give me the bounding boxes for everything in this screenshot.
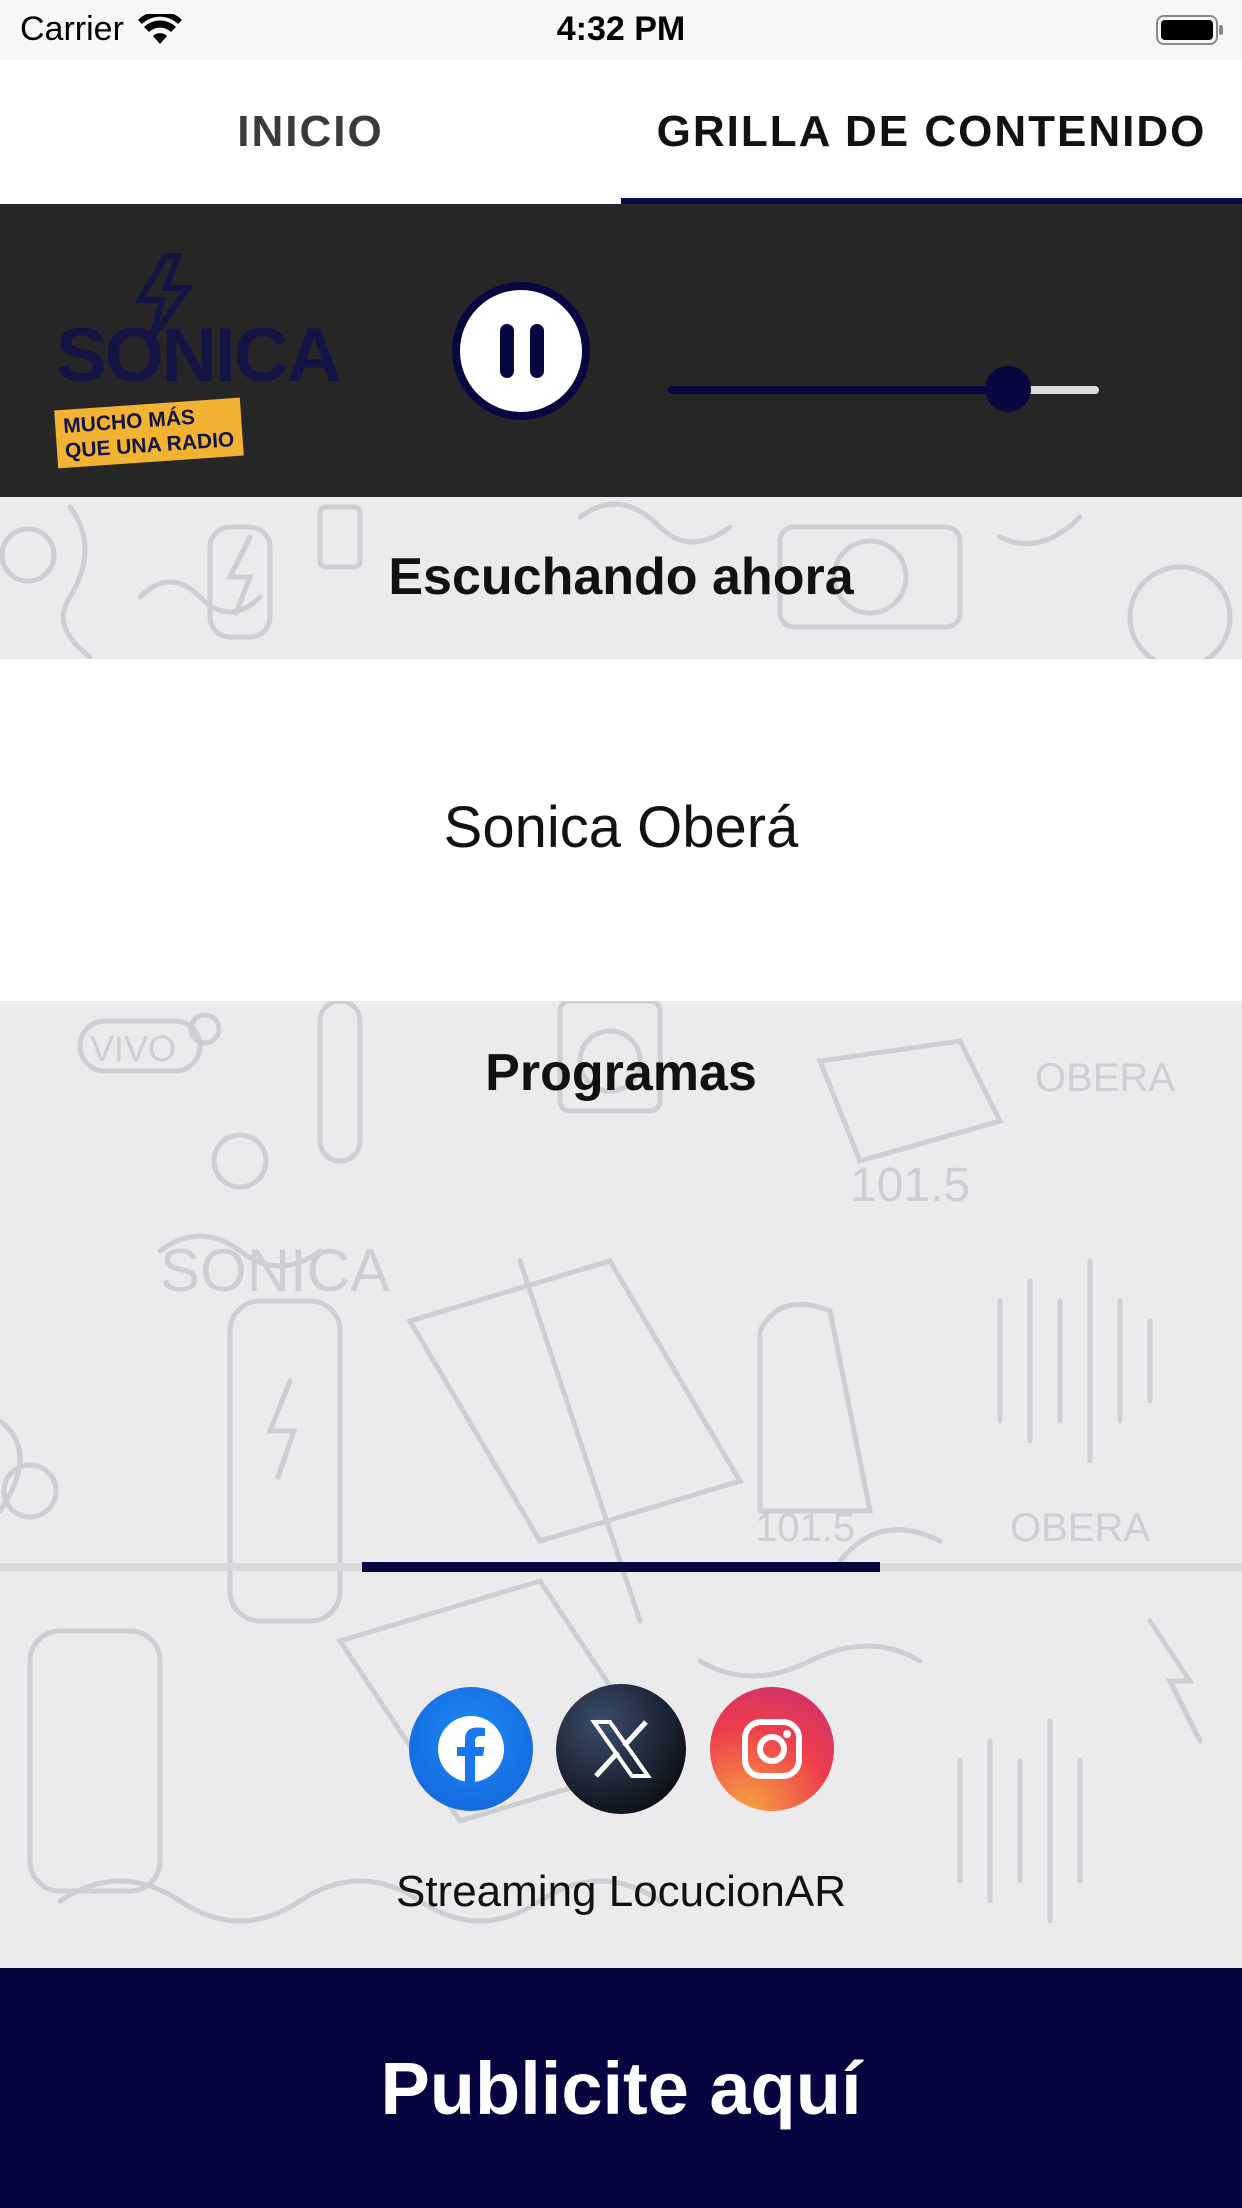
instagram-icon [742,1719,802,1779]
svg-text:OBERA: OBERA [1010,1506,1150,1550]
volume-slider-thumb[interactable] [985,366,1031,412]
tab-inicio[interactable]: INICIO [0,60,621,204]
instagram-button[interactable] [710,1687,834,1811]
station-logo: SONICA MUCHO MÁS QUE UNA RADIO [50,252,342,469]
station-name: Sonica Oberá [443,795,799,860]
advertise-label: Publicite aquí [380,2046,862,2130]
svg-text:101.5: 101.5 [755,1506,855,1550]
now-playing-title: Escuchando ahora [388,548,854,606]
x-twitter-button[interactable] [556,1684,686,1814]
status-bar: Carrier 4:32 PM [0,0,1242,60]
volume-slider-fill [667,386,1008,394]
x-icon [590,1720,652,1778]
tab-bar: INICIO GRILLA DE CONTENIDO [0,60,1242,204]
facebook-icon [438,1716,504,1782]
programs-title: Programas [485,1044,757,1102]
doodle-pattern: SONICA 101.5 OBERA 101.5 OBERA VIVO [0,1001,1203,1924]
audio-player: SONICA MUCHO MÁS QUE UNA RADIO [0,204,1242,497]
tab-grilla-de-contenido[interactable]: GRILLA DE CONTENIDO [621,60,1242,204]
pause-button[interactable] [452,282,590,420]
advertise-banner[interactable]: Publicite aquí [0,1968,1242,2208]
battery-icon [1156,15,1223,45]
status-time: 4:32 PM [556,10,686,48]
svg-text:101.5: 101.5 [850,1159,970,1212]
programs-section: SONICA 101.5 OBERA 101.5 OBERA VIVO Prog… [0,1001,1242,1968]
streaming-credit: Streaming LocucionAR [395,1867,846,1916]
logo-tagline: MUCHO MÁS QUE UNA RADIO [54,397,244,469]
now-playing-header: Escuchando ahora [0,497,1242,659]
programs-page-indicator [362,1562,880,1572]
now-playing-card: Sonica Oberá [0,659,1242,1001]
facebook-button[interactable] [409,1687,533,1811]
svg-text:SONICA: SONICA [160,1237,390,1304]
logo-wordmark: SONICA [56,313,342,398]
